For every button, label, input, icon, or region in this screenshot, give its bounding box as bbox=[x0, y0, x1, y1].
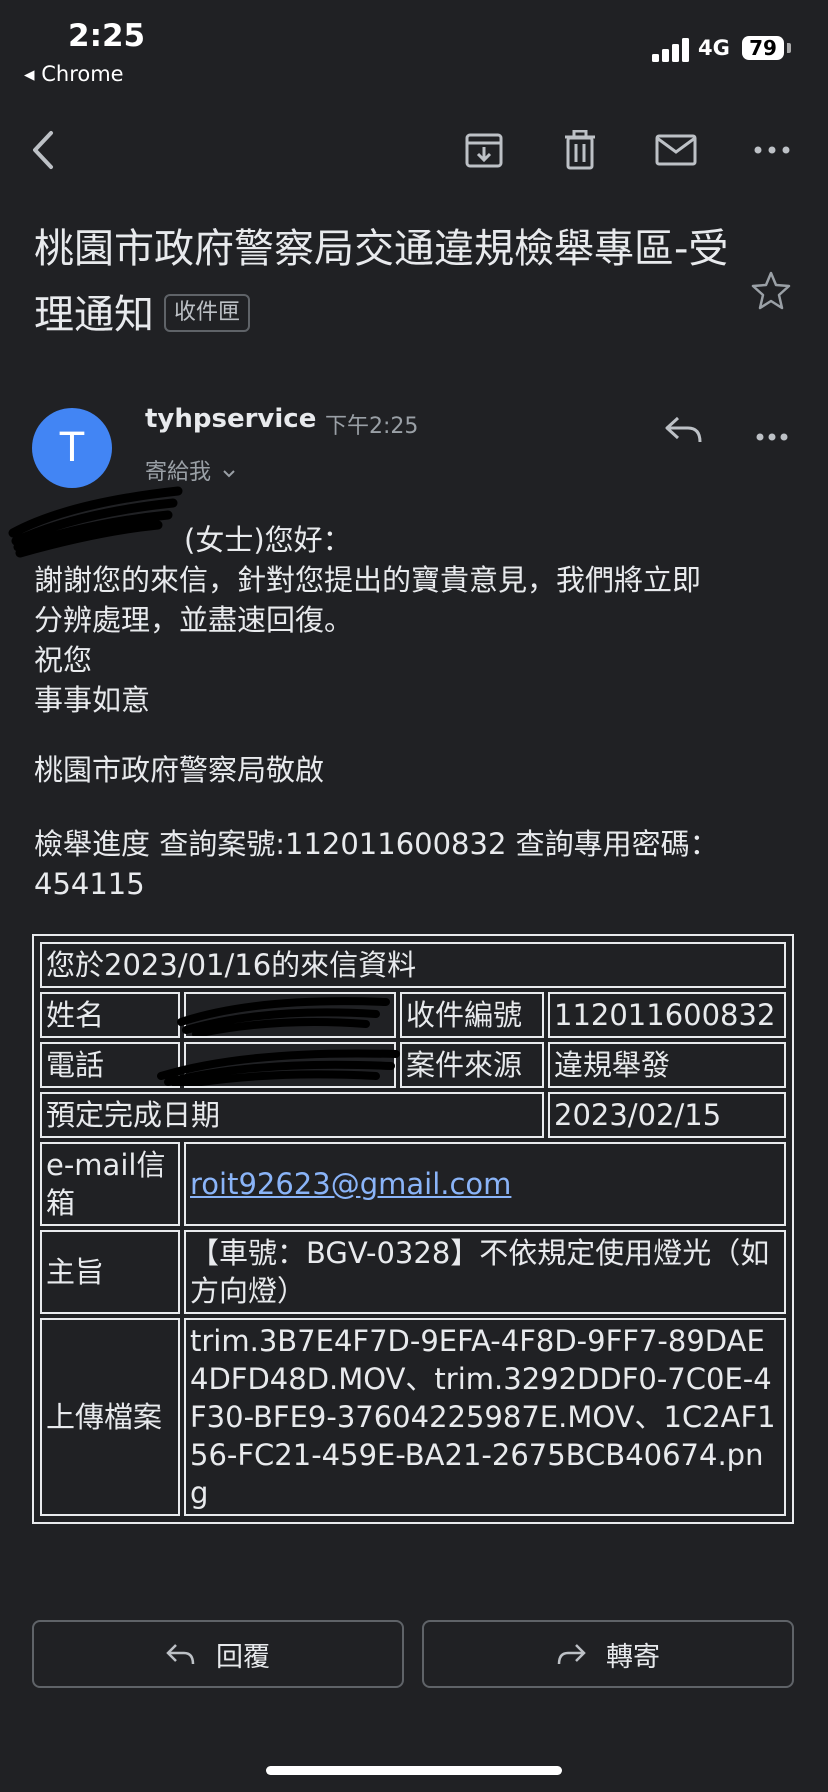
sender-name[interactable]: tyhpservice bbox=[145, 404, 316, 434]
table-row: 您於2023/01/16的來信資料 bbox=[40, 942, 786, 988]
table-header: 您於2023/01/16的來信資料 bbox=[40, 942, 786, 988]
battery-icon: 79 bbox=[742, 36, 784, 60]
name-value-redacted bbox=[177, 992, 396, 1038]
reply-arrow-icon bbox=[166, 1644, 195, 1665]
forward-button[interactable]: 轉寄 bbox=[422, 1620, 794, 1688]
body-line-2: 分辨處理，並盡速回復。 bbox=[34, 603, 354, 637]
table-row: 電話 案件來源 違規舉發 bbox=[40, 1042, 786, 1088]
reply-button[interactable]: 回覆 bbox=[32, 1620, 404, 1688]
files-label: 上傳檔案 bbox=[40, 1318, 180, 1516]
email-time: 下午2:25 bbox=[325, 414, 419, 439]
table-row: 主旨 【車號：BGV-0328】不依規定使用燈光（如方向燈） bbox=[40, 1230, 786, 1314]
table-row: e-mail信箱 roit92623@gmail.com bbox=[40, 1142, 786, 1226]
subject-label: 主旨 bbox=[40, 1230, 180, 1314]
progress-line-1: 檢舉進度 查詢案號:112011600832 查詢專用密碼： bbox=[34, 827, 719, 861]
star-icon[interactable] bbox=[750, 270, 792, 314]
mark-unread-icon[interactable] bbox=[654, 128, 698, 172]
body-line-4: 事事如意 bbox=[34, 683, 151, 717]
receipt-label: 收件編號 bbox=[400, 992, 544, 1038]
email-subject: 桃園市政府警察局交通違規檢舉專區-受理通知 收件匣 bbox=[34, 216, 734, 348]
subject-value: 【車號：BGV-0328】不依規定使用燈光（如方向燈） bbox=[184, 1230, 786, 1314]
greeting: (女士)您好： bbox=[184, 523, 352, 557]
network-type: 4G bbox=[698, 36, 730, 60]
recipient-details[interactable]: 寄給我 bbox=[145, 454, 236, 486]
source-label: 案件來源 bbox=[400, 1042, 544, 1088]
source-value: 違規舉發 bbox=[548, 1042, 786, 1088]
signal-icon bbox=[652, 38, 689, 62]
more-icon[interactable] bbox=[750, 128, 794, 172]
files-value: trim.3B7E4F7D-9EFA-4F8D-9FF7-89DAE4DFD48… bbox=[184, 1318, 786, 1516]
receipt-value: 112011600832 bbox=[548, 992, 786, 1038]
due-label: 預定完成日期 bbox=[40, 1092, 544, 1138]
email-link[interactable]: roit92623@gmail.com bbox=[190, 1167, 511, 1201]
inbox-label-chip[interactable]: 收件匣 bbox=[164, 294, 251, 332]
due-value: 2023/02/15 bbox=[548, 1092, 786, 1138]
back-arrow-icon[interactable] bbox=[22, 128, 66, 172]
email-label: e-mail信箱 bbox=[40, 1142, 180, 1226]
recipient-label: 寄給我 bbox=[145, 460, 212, 485]
name-label: 姓名 bbox=[40, 992, 180, 1038]
phone-value-redacted bbox=[157, 1042, 400, 1088]
sender-avatar[interactable]: T bbox=[32, 408, 112, 488]
signature: 桃園市政府警察局敬啟 bbox=[34, 753, 325, 787]
info-table: 您於2023/01/16的來信資料 姓名 收件編號 112011600832 電… bbox=[32, 934, 794, 1524]
subject-text: 桃園市政府警察局交通違規檢舉專區-受理通知 bbox=[34, 226, 729, 338]
body-line-1: 謝謝您的來信，針對您提出的寶貴意見，我們將立即 bbox=[34, 563, 702, 597]
email-value-cell: roit92623@gmail.com bbox=[184, 1142, 786, 1226]
forward-arrow-icon bbox=[557, 1644, 586, 1665]
table-row: 姓名 收件編號 112011600832 bbox=[40, 992, 786, 1038]
forward-label: 轉寄 bbox=[606, 1641, 660, 1673]
sender-more-icon[interactable] bbox=[756, 426, 788, 445]
body-line-3: 祝您 bbox=[34, 643, 93, 677]
back-to-app-link[interactable]: ◂ Chrome bbox=[24, 62, 124, 86]
archive-icon[interactable] bbox=[462, 128, 506, 172]
status-time: 2:25 bbox=[68, 18, 146, 54]
home-indicator[interactable] bbox=[266, 1766, 562, 1775]
progress-line-2: 454115 bbox=[34, 867, 145, 901]
delete-icon[interactable] bbox=[558, 128, 602, 172]
table-row: 上傳檔案 trim.3B7E4F7D-9EFA-4F8D-9FF7-89DAE4… bbox=[40, 1318, 786, 1516]
battery-tip bbox=[787, 43, 791, 53]
chevron-down-icon bbox=[223, 470, 235, 478]
table-row: 預定完成日期 2023/02/15 bbox=[40, 1092, 786, 1138]
reply-label: 回覆 bbox=[216, 1641, 270, 1673]
reply-icon[interactable] bbox=[664, 414, 704, 450]
